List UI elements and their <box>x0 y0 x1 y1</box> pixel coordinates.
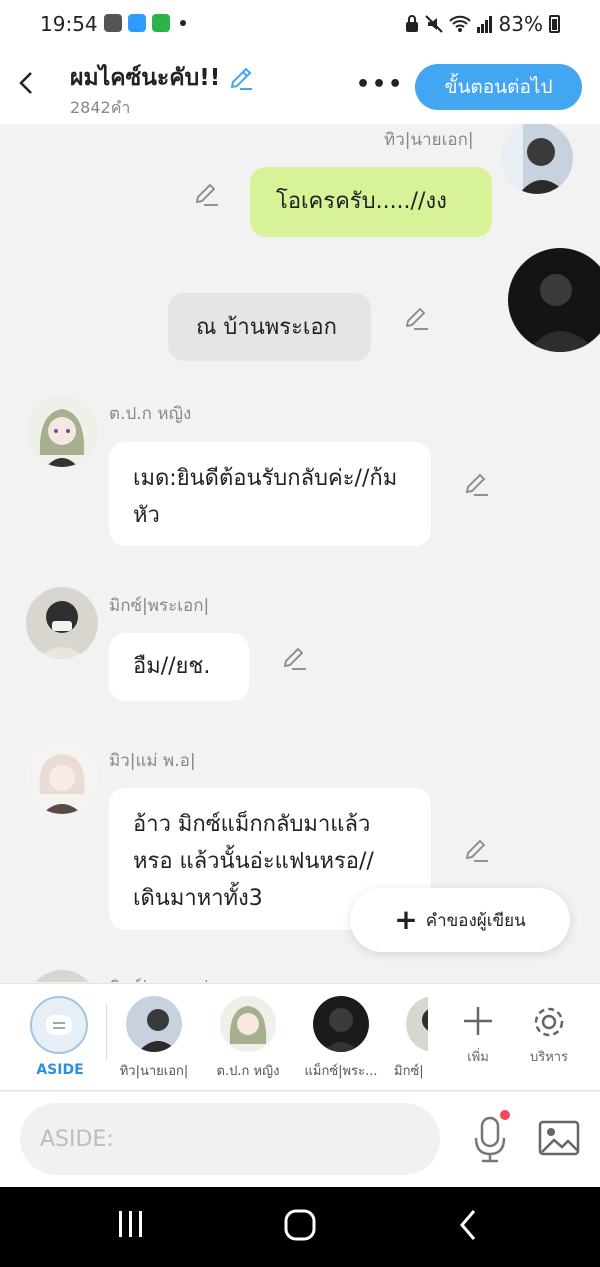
character-max[interactable]: แม็กซ์|พระ... <box>300 996 382 1081</box>
avatar <box>313 996 369 1052</box>
mute-icon <box>424 15 443 33</box>
chat-bubble[interactable]: อืม//ยช. <box>109 633 249 701</box>
plus-icon <box>448 996 508 1046</box>
avatar[interactable] <box>26 970 98 982</box>
sender-name: ต.ป.ก หญิง <box>109 404 192 424</box>
webtoon-app-icon <box>128 14 146 32</box>
episode-title: ผมไคซ์นะคับ!! <box>70 65 221 91</box>
signal-icon <box>476 16 492 33</box>
word-count: 2842คำ <box>70 98 131 117</box>
notification-icons <box>104 14 186 32</box>
chat-area[interactable]: ทิว|นายเอก| โอเครครับ.....//งง ณ บ้านพระ… <box>0 124 600 982</box>
avatar[interactable] <box>26 395 98 467</box>
edit-message-icon[interactable] <box>402 304 430 332</box>
recording-dot <box>500 1110 510 1120</box>
character-bar: ASIDE ทิว|นายเอก| ต.ป.ก หญิง แม็กซ์|พระ.… <box>0 983 600 1091</box>
sender-name: มิว|แม่ พ.อ| <box>109 751 196 771</box>
header: ผมไคซ์นะคับ!! 2842คำ ••• ขั้นตอนต่อไป <box>0 50 600 124</box>
image-icon[interactable] <box>538 1120 580 1156</box>
avatar <box>126 996 182 1052</box>
more-options-icon[interactable]: ••• <box>356 72 404 97</box>
sender-name: ทิว|นายเอก| <box>384 130 474 150</box>
divider <box>106 1004 107 1060</box>
add-label: เพิ่ม <box>467 1050 489 1065</box>
chat-bubble[interactable]: เมด:ยินดีต้อนรับกลับค่ะ//ก้มหัว <box>109 442 431 546</box>
home-icon[interactable] <box>282 1207 318 1243</box>
plus-icon: + <box>394 903 418 936</box>
manage-label: บริหาร <box>529 1050 569 1065</box>
avatar[interactable] <box>501 124 573 194</box>
character-maid[interactable]: ต.ป.ก หญิง <box>210 996 286 1081</box>
gear-icon <box>519 996 579 1046</box>
sender-name: มิกซ์|พระเอก| <box>109 596 210 616</box>
character-aside[interactable]: ASIDE <box>30 996 90 1078</box>
status-bar: 19:54 83% <box>0 0 600 50</box>
input-row <box>0 1092 600 1187</box>
avatar <box>220 996 276 1052</box>
character-label: ทิว|นายเอก| <box>119 1064 189 1079</box>
battery-icon <box>549 15 560 33</box>
author-note-button[interactable]: + คำของผู้เขียน <box>350 888 570 952</box>
character-label: มิกซ์| <box>394 1064 424 1079</box>
wifi-icon <box>448 15 471 32</box>
next-step-button[interactable]: ขั้นตอนต่อไป <box>415 64 582 110</box>
floating-avatar[interactable] <box>508 248 600 352</box>
character-label: ASIDE <box>36 1062 84 1078</box>
edit-title-icon[interactable] <box>228 65 254 91</box>
avatar[interactable] <box>26 587 98 659</box>
character-mix[interactable]: มิกซ์| <box>394 996 428 1081</box>
line-app-icon <box>152 14 170 32</box>
status-right: 83% <box>405 12 560 36</box>
avatar <box>406 996 428 1052</box>
recent-apps-icon[interactable] <box>116 1207 146 1241</box>
character-label: แม็กซ์|พระ... <box>304 1064 378 1079</box>
episode-title-row[interactable]: ผมไคซ์นะคับ!! <box>70 60 254 96</box>
microphone-icon[interactable] <box>470 1114 510 1164</box>
chat-bubble[interactable]: โอเครครับ.....//งง <box>250 167 492 237</box>
battery-percent: 83% <box>498 12 543 36</box>
character-tiw[interactable]: ทิว|นายเอก| <box>116 996 192 1081</box>
edit-message-icon[interactable] <box>462 836 490 864</box>
back-nav-icon[interactable] <box>456 1207 480 1243</box>
aside-icon <box>30 996 88 1054</box>
scene-bubble[interactable]: ณ บ้านพระเอก <box>168 293 371 361</box>
manage-button[interactable]: บริหาร <box>519 996 579 1067</box>
edit-message-icon[interactable] <box>280 644 308 672</box>
back-icon[interactable] <box>16 68 40 102</box>
edit-message-icon[interactable] <box>462 470 490 498</box>
author-note-label: คำของผู้เขียน <box>425 910 526 931</box>
avatar[interactable] <box>26 742 98 814</box>
status-time: 19:54 <box>40 12 98 36</box>
sender-name: มิกซ์|พระเอก| <box>109 974 209 982</box>
lock-icon <box>405 15 418 32</box>
gallery-icon <box>104 14 122 32</box>
notification-dot <box>180 20 186 26</box>
character-label: ต.ป.ก หญิง <box>216 1064 280 1079</box>
system-nav-bar <box>0 1187 600 1267</box>
message-input[interactable] <box>20 1103 440 1175</box>
edit-message-icon[interactable] <box>192 180 220 208</box>
add-character-button[interactable]: เพิ่ม <box>448 996 508 1067</box>
